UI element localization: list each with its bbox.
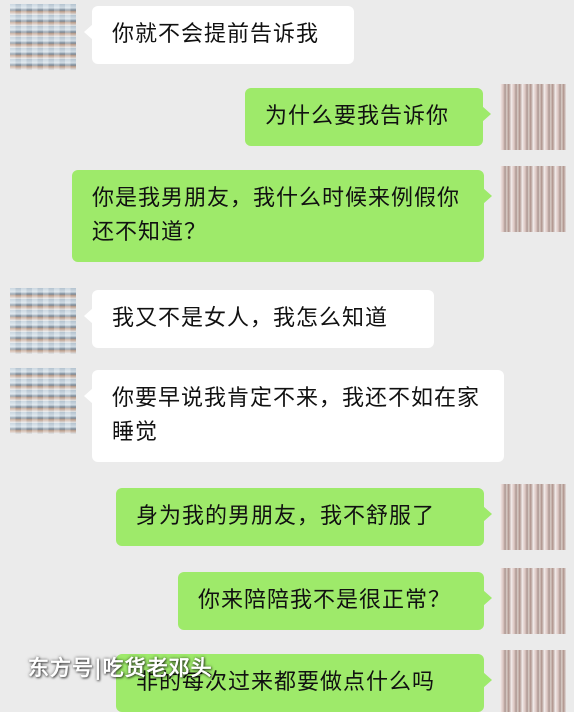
message-row: 身为我的男朋友，我不舒服了: [0, 484, 574, 554]
contact-avatar[interactable]: [10, 368, 76, 434]
message-bubble-outgoing[interactable]: 为什么要我告诉你: [245, 88, 491, 146]
user-avatar[interactable]: [500, 166, 566, 232]
watermark-text: 东方号|吃货老邓头: [28, 656, 213, 680]
message-bubble-incoming[interactable]: 你要早说我肯定不来，我还不如在家睡觉: [84, 370, 504, 462]
contact-avatar[interactable]: [10, 4, 76, 70]
user-avatar[interactable]: [500, 84, 566, 150]
user-avatar[interactable]: [500, 568, 566, 634]
user-avatar[interactable]: [500, 650, 566, 712]
chat-conversation: 你就不会提前告诉我 为什么要我告诉你 你是我男朋友，我什么时候来例假你还不知道？…: [0, 0, 574, 712]
message-row: 你要早说我肯定不来，我还不如在家睡觉: [0, 366, 574, 476]
message-bubble-incoming[interactable]: 你就不会提前告诉我: [84, 6, 354, 64]
message-bubble-outgoing[interactable]: 你来陪陪我不是很正常？: [178, 572, 492, 630]
message-row: 为什么要我告诉你: [0, 82, 574, 152]
message-row: 你来陪陪我不是很正常？: [0, 566, 574, 636]
message-row: 你就不会提前告诉我: [0, 0, 574, 70]
contact-avatar[interactable]: [10, 288, 76, 354]
message-row: 我又不是女人，我怎么知道: [0, 286, 574, 356]
message-row: 你是我男朋友，我什么时候来例假你还不知道？: [0, 164, 574, 274]
message-bubble-outgoing[interactable]: 身为我的男朋友，我不舒服了: [116, 488, 492, 546]
user-avatar[interactable]: [500, 484, 566, 550]
message-bubble-incoming[interactable]: 我又不是女人，我怎么知道: [84, 290, 434, 348]
message-bubble-outgoing[interactable]: 你是我男朋友，我什么时候来例假你还不知道？: [72, 170, 492, 262]
